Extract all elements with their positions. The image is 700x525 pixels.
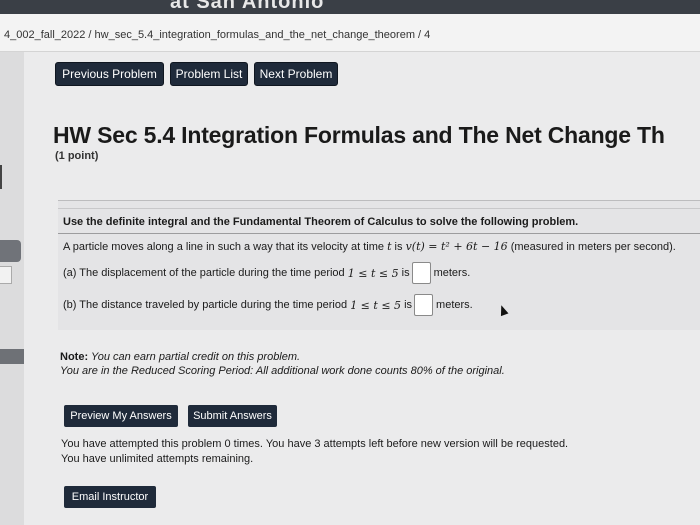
part-a-interval: 1 ≤ t ≤ 5 [347, 266, 399, 280]
part-a: (a) The displacement of the particle dur… [63, 262, 470, 284]
answer-b-input[interactable] [414, 294, 434, 316]
problem-list-button[interactable]: Problem List [170, 62, 248, 86]
points-label: (1 point) [55, 150, 99, 162]
divider [58, 233, 700, 234]
attempts-line-2: You have unlimited attempts remaining. [61, 453, 254, 465]
previous-problem-button[interactable]: Previous Problem [55, 62, 164, 86]
statement-var: t [387, 240, 392, 253]
answer-a-input[interactable] [411, 262, 431, 284]
sidebar [0, 52, 24, 525]
sidebar-bar [0, 349, 24, 364]
attempts-info: You have attempted this problem 0 times.… [61, 437, 568, 467]
part-b-is: is [404, 299, 413, 311]
divider [58, 208, 700, 209]
part-b-interval: 1 ≤ t ≤ 5 [350, 298, 402, 312]
sidebar-input[interactable] [0, 266, 12, 284]
sidebar-marker [0, 165, 2, 189]
breadcrumb[interactable]: 4_002_fall_2022 / hw_sec_5.4_integration… [4, 29, 430, 41]
statement-prefix: A particle moves along a line in such a … [63, 241, 384, 253]
note: Note: You can earn partial credit on thi… [60, 350, 505, 378]
velocity-formula: v(t) = t² + 6t − 16 [405, 240, 508, 253]
statement-mid: is [394, 241, 403, 253]
submit-answers-button[interactable]: Submit Answers [188, 405, 277, 427]
problem-instructions: Use the definite integral and the Fundam… [63, 216, 579, 228]
part-a-label: (a) The displacement of the particle dur… [63, 267, 345, 279]
part-a-is: is [401, 267, 410, 279]
sidebar-button[interactable] [0, 240, 21, 262]
next-problem-button[interactable]: Next Problem [254, 62, 338, 86]
preview-answers-button[interactable]: Preview My Answers [64, 405, 178, 427]
top-banner: at San Antonio [0, 0, 700, 14]
note-label: Note: [60, 351, 89, 363]
note-text: You can earn partial credit on this prob… [90, 351, 301, 363]
page-title: HW Sec 5.4 Integration Formulas and The … [53, 122, 665, 148]
banner-text: at San Antonio [170, 0, 325, 13]
part-b-unit: meters. [436, 299, 473, 311]
problem-statement: A particle moves along a line in such a … [63, 240, 676, 253]
part-a-unit: meters. [433, 267, 471, 279]
attempts-line-1: You have attempted this problem 0 times.… [61, 438, 569, 450]
part-b: (b) The distance traveled by particle du… [63, 294, 473, 316]
email-instructor-button[interactable]: Email Instructor [64, 486, 156, 508]
breadcrumb-bar: 4_002_fall_2022 / hw_sec_5.4_integration… [0, 14, 700, 52]
statement-suffix: (measured in meters per second). [510, 241, 676, 253]
part-b-label: (b) The distance traveled by particle du… [63, 299, 348, 311]
reduced-scoring-text: You are in the Reduced Scoring Period: A… [60, 365, 505, 377]
